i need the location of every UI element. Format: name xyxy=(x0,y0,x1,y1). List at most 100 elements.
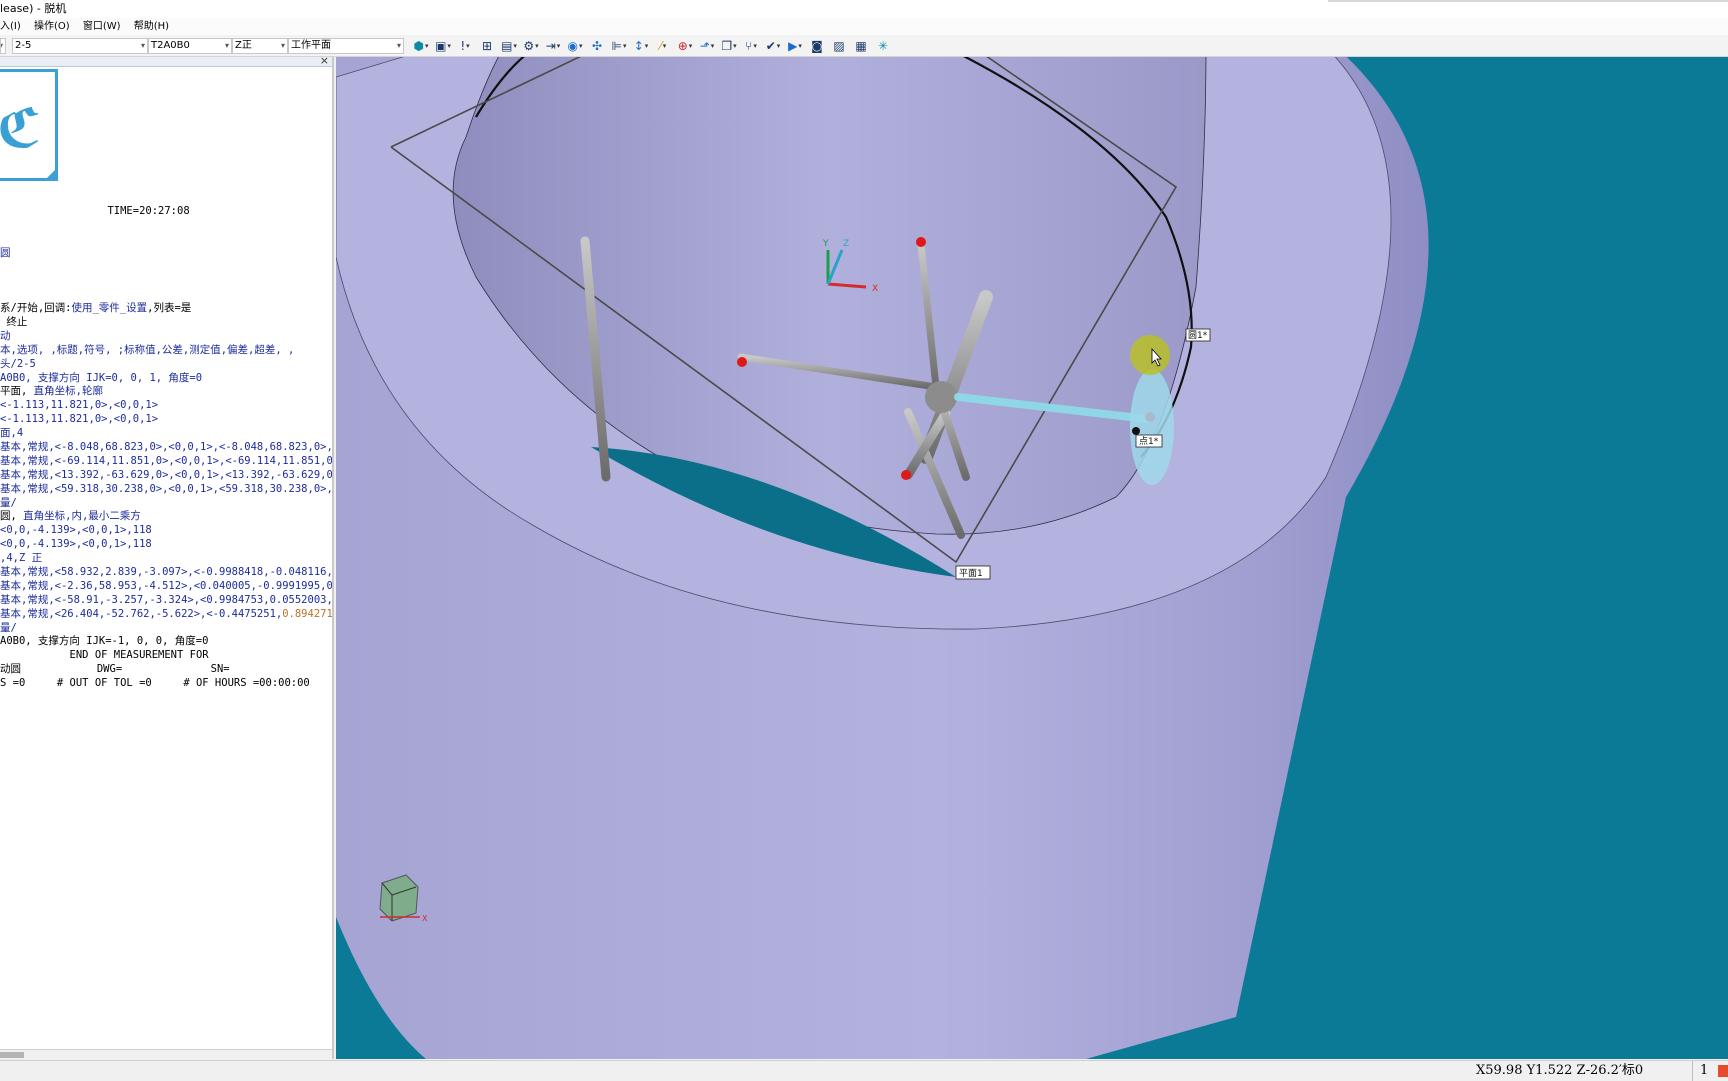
probe-mode-icon[interactable]: ⬢ ▾ xyxy=(412,37,430,55)
program-token: 直角坐标,轮廓 xyxy=(33,385,103,398)
feature-label-plane[interactable]: 平面1 xyxy=(955,565,991,580)
menu-item-insert[interactable]: 入(I) xyxy=(0,21,21,32)
program-token: 头/2-5 xyxy=(0,357,36,370)
program-line[interactable]: 系/开始,回调:使用_零件_设置,列表=是 xyxy=(0,302,332,316)
program-line[interactable]: 平面, 直角坐标,轮廓 xyxy=(0,385,332,399)
program-token: 量/ xyxy=(0,621,17,634)
program-token: 面,4 xyxy=(0,427,24,440)
program-line[interactable]: 本,选项, ,标题,符号, ;标称值,公差,测定值,偏差,超差, , xyxy=(0,343,332,358)
graph-icon[interactable]: ⬏ ▾ xyxy=(698,37,716,55)
jump-icon[interactable]: ⇥ ▾ xyxy=(544,37,562,55)
program-token: 动圆 DWG= SN= xyxy=(0,663,230,676)
program-token: 使用_零件_设置 xyxy=(71,302,148,315)
vertical-arrows-icon[interactable]: ↕ ▾ xyxy=(632,37,650,55)
toolbar: ▾ 2-5▾ T2A0B0▾ Z正▾ 工作平面▾ ⬢▾ ▣▾ !▾ ⊞ ▤▾ ⚙… xyxy=(0,35,1728,57)
pencil-icon[interactable]: ⁄ ▾ xyxy=(654,37,672,55)
network-icon[interactable]: ✣ xyxy=(588,37,606,55)
feature-label-point[interactable]: 点1* xyxy=(1135,434,1163,448)
svg-text:圆1*: 圆1* xyxy=(1188,330,1208,341)
program-line[interactable]: <-1.113,11.821,0>,<0,0,1> xyxy=(0,399,332,413)
program-line[interactable]: 基本,常规,<59.318,30.238,0>,<0,0,1>,<59.318,… xyxy=(0,483,332,497)
sphere-icon[interactable]: ◉ ▾ xyxy=(566,37,584,55)
program-token: 基本,常规,<-8.048,68.823,0>,<0,0,1>,<-8.048,… xyxy=(0,440,334,453)
comment-icon[interactable]: ▤ ▾ xyxy=(500,37,518,55)
stylus-tip-top xyxy=(916,237,926,247)
title-strip xyxy=(1328,0,1728,2)
program-line[interactable]: <0,0,-4.139>,<0,0,1>,118 xyxy=(0,524,332,538)
horizontal-scrollbar[interactable] xyxy=(0,1049,332,1059)
program-token: <0,0,-4.139>,<0,0,1>,118 xyxy=(0,524,152,537)
stylus-tip-bottom xyxy=(901,470,911,480)
program-line[interactable]: 基本,常规,<-58.91,-3.257,-3.324>,<0.9984753,… xyxy=(0,594,332,608)
scrollbar-thumb[interactable] xyxy=(0,1052,24,1058)
program-line[interactable]: 终止 xyxy=(0,316,332,330)
program-line[interactable]: S =0 # OUT OF TOL =0 # OF HOURS =00:00:0… xyxy=(0,677,332,691)
play-icon[interactable]: ▶ ▾ xyxy=(786,37,804,55)
measurement-program[interactable]: TIME=20:27:08 圆系/开始,回调:使用_零件_设置,列表=是 终止动… xyxy=(0,177,334,719)
cad-model-view[interactable]: X Y Z 圆1* 点1* 平面1 X xyxy=(336,57,1728,1059)
feature-label-circle[interactable]: 圆1* xyxy=(1185,328,1211,342)
menu-item-operation[interactable]: 操作(O) xyxy=(34,21,70,32)
menu-item-help[interactable]: 帮助(H) xyxy=(134,21,169,32)
view-cube-icon[interactable]: ▣ ▾ xyxy=(434,37,452,55)
alignment-icon[interactable]: ⊫ ▾ xyxy=(610,37,628,55)
program-line[interactable]: 面,4 xyxy=(0,427,332,441)
display-icon[interactable]: ▦ xyxy=(852,37,870,55)
program-line[interactable]: 圆, 直角坐标,内,最小二乘方 xyxy=(0,510,332,524)
svg-text:X: X xyxy=(422,914,428,923)
program-line[interactable]: 动 xyxy=(0,330,332,344)
program-token: 直角坐标,内,最小二乘方 xyxy=(23,510,141,523)
program-token: <0,0,-4.139>,<0,0,1>,118 xyxy=(0,538,152,551)
program-line[interactable]: A0B0, 支撑方向 IJK=0, 0, 1, 角度=0 xyxy=(0,372,332,386)
program-line[interactable]: 基本,常规,<26.404,-52.762,-5.622>,<-0.447525… xyxy=(0,607,332,622)
page-indicator: 1 xyxy=(1700,1063,1709,1078)
program-line[interactable]: 头/2-5 xyxy=(0,357,332,372)
program-token: END OF MEASUREMENT FOR xyxy=(0,649,209,662)
program-line[interactable]: 量/ xyxy=(0,496,332,511)
move-icon[interactable]: ⊞ xyxy=(478,37,496,55)
camera-icon[interactable]: ◙ xyxy=(808,37,826,55)
program-line[interactable]: A0B0, 支撑方向 IJK=-1, 0, 0, 角度=0 xyxy=(0,635,332,649)
program-line[interactable]: 基本,常规,<58.932,2.839,-3.097>,<-0.9988418,… xyxy=(0,566,332,580)
program-token: 本,选项, ,标题,符号, ;标称值,公差,测定值,偏差,超差, , xyxy=(0,343,295,356)
copy-icon[interactable]: ❐ ▾ xyxy=(720,37,738,55)
snowflake-icon[interactable]: ✳ xyxy=(874,37,892,55)
graphics-display[interactable]: X Y Z 圆1* 点1* 平面1 X xyxy=(336,57,1728,1059)
program-line[interactable]: 基本,常规,<13.392,-63.629,0>,<0,0,1>,<13.392… xyxy=(0,469,332,483)
close-icon[interactable]: × xyxy=(320,57,329,67)
time-line: TIME=20:27:08 xyxy=(0,204,190,217)
axis-x-label: X xyxy=(872,284,878,294)
program-line[interactable]: 量/ xyxy=(0,621,332,636)
menu-item-window[interactable]: 窗口(W) xyxy=(83,21,121,32)
program-line[interactable]: ,4,Z 正 xyxy=(0,552,332,566)
program-line[interactable]: 基本,常规,<-2.36,58.953,-4.512>,<0.040005,-0… xyxy=(0,580,332,594)
program-line[interactable]: 动圆 DWG= SN= xyxy=(0,663,332,677)
window-title: lease) - 脱机 xyxy=(0,2,67,15)
program-token: <-1.113,11.821,0>,<0,0,1> xyxy=(0,399,159,412)
exclamation-icon[interactable]: ! ▾ xyxy=(456,37,474,55)
program-line[interactable]: 基本,常规,<-69.114,11.851,0>,<0,0,1>,<-69.11… xyxy=(0,454,334,469)
program-line[interactable] xyxy=(0,260,332,274)
combo-stub[interactable]: ▾ xyxy=(0,38,6,54)
program-line[interactable]: <0,0,-4.139>,<0,0,1>,118 xyxy=(0,538,332,552)
gear-tool-icon[interactable]: ⚙ ▾ xyxy=(522,37,540,55)
tip-angle-select[interactable]: T2A0B0 ▾ xyxy=(148,38,232,54)
grid-icon[interactable]: ⊕ ▾ xyxy=(676,37,694,55)
branch-icon[interactable]: ⑂ ▾ xyxy=(742,37,760,55)
check-icon[interactable]: ✔ ▾ xyxy=(764,37,782,55)
workplane-select[interactable]: 工作平面 ▾ xyxy=(288,38,404,54)
program-line[interactable] xyxy=(0,274,332,288)
program-line[interactable]: 基本,常规,<-8.048,68.823,0>,<0,0,1>,<-8.048,… xyxy=(0,440,334,455)
program-token: A0B0, 支撑方向 IJK=-1, 0, 0, 角度=0 xyxy=(0,635,209,648)
picture-icon[interactable]: ▨ xyxy=(830,37,848,55)
program-line[interactable] xyxy=(0,288,332,302)
program-line[interactable]: 圆 xyxy=(0,247,332,261)
program-token: S =0 # OUT OF TOL =0 # OF HOURS =00:00:0… xyxy=(0,677,310,690)
probe-tip-select[interactable]: 2-5 ▾ xyxy=(12,38,148,54)
program-token: 基本,常规,<26.404,-52.762,-5.622>,<-0.447525… xyxy=(0,607,283,620)
program-line[interactable]: END OF MEASUREMENT FOR xyxy=(0,649,332,663)
program-token: 量/ xyxy=(0,496,17,509)
program-token: 基本,常规,<-69.114,11.851,0>,<0,0,1>,<-69.11… xyxy=(0,454,334,467)
view-direction-select[interactable]: Z正 ▾ xyxy=(232,38,288,54)
program-line[interactable]: <-1.113,11.821,0>,<0,0,1> xyxy=(0,413,332,427)
